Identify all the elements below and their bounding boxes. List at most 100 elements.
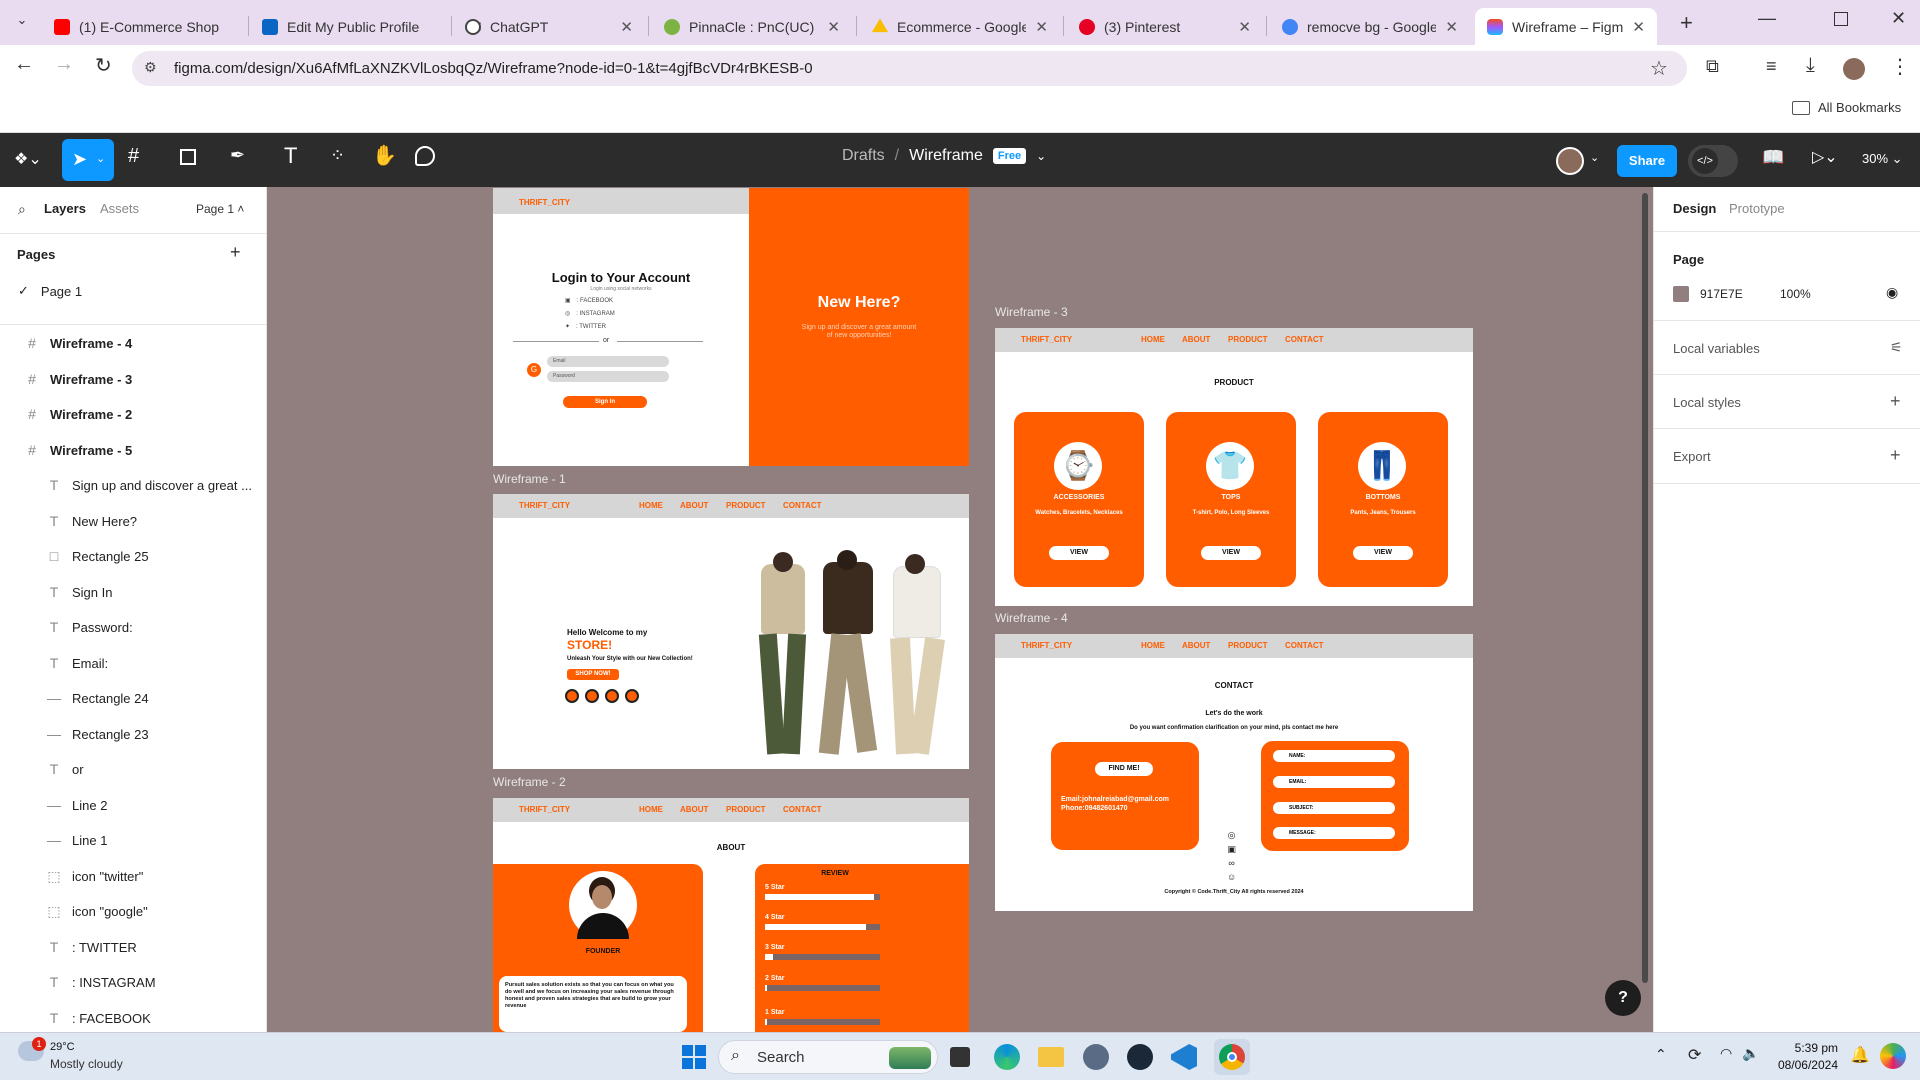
tab-design[interactable]: Design	[1673, 201, 1716, 216]
page-color-swatch[interactable]	[1673, 286, 1689, 302]
browser-tab-chatgpt[interactable]: ChatGPT ✕	[453, 8, 645, 45]
find-me-button[interactable]: FIND ME!	[1095, 762, 1153, 776]
zoom-level[interactable]: 30% ⌄	[1862, 151, 1903, 167]
local-variables[interactable]: Local variables	[1673, 341, 1760, 356]
pen-tool-icon[interactable]: ✒	[230, 145, 245, 166]
site-info-icon[interactable]: ⚙	[144, 59, 157, 76]
page-opacity[interactable]: 100%	[1780, 287, 1811, 301]
product-card-accessories[interactable]: ⌚ ACCESSORIES Watches, Bracelets, Neckla…	[1014, 412, 1144, 587]
browser-tab-pinterest[interactable]: (3) Pinterest ✕	[1067, 8, 1263, 45]
twitter-icon[interactable]: ✦	[565, 323, 570, 330]
search-icon[interactable]: ⌕	[18, 201, 26, 218]
comment-tool-icon[interactable]	[415, 146, 435, 166]
sync-icon[interactable]: ⟳	[1688, 1045, 1701, 1065]
move-tool[interactable]: ➤ ⌄	[62, 139, 114, 181]
product-card-bottoms[interactable]: 👖 BOTTOMS Pants, Jeans, Trousers VIEW	[1318, 412, 1448, 587]
variables-icon[interactable]: ⚟	[1890, 339, 1903, 356]
vscode-icon[interactable]	[1171, 1044, 1197, 1070]
layer-frame-wireframe-5[interactable]: # Wireframe - 5	[0, 432, 266, 468]
tab-prototype[interactable]: Prototype	[1729, 201, 1785, 216]
frame-home[interactable]: THRIFT_CITY HOME ABOUT PRODUCT CONTACT H…	[493, 494, 969, 769]
browser-tab-google-search[interactable]: remocve bg - Google ✕	[1270, 8, 1470, 45]
layer-item[interactable]: — Rectangle 24	[0, 680, 266, 716]
layer-item[interactable]: T Sign In	[0, 574, 266, 610]
browser-tab-google-drive[interactable]: Ecommerce - Google ✕	[860, 8, 1060, 45]
maximize-icon[interactable]	[1834, 12, 1848, 26]
reload-icon[interactable]: ↻	[95, 53, 112, 78]
layer-item[interactable]: ⬚ icon "twitter"	[0, 858, 266, 894]
nav-product[interactable]: PRODUCT	[1228, 641, 1268, 650]
frame-label[interactable]: Wireframe - 3	[995, 305, 1068, 319]
profile-avatar[interactable]	[1843, 58, 1865, 80]
instagram-icon[interactable]	[565, 689, 579, 703]
design-canvas[interactable]: THRIFT_CITY Login to Your Account Login …	[267, 187, 1653, 1032]
close-icon[interactable]: ✕	[1632, 18, 1645, 36]
local-styles[interactable]: Local styles	[1673, 395, 1741, 410]
facebook-icon[interactable]: ▣	[565, 297, 571, 304]
layer-item[interactable]: — Line 1	[0, 822, 266, 858]
view-button[interactable]: VIEW	[1353, 546, 1413, 560]
chevron-up-icon[interactable]: ⌃	[1655, 1046, 1667, 1063]
close-icon[interactable]: ✕	[1445, 18, 1458, 36]
message-field[interactable]: MESSAGE:	[1273, 827, 1395, 839]
frame-login[interactable]: THRIFT_CITY Login to Your Account Login …	[493, 188, 969, 466]
nav-about[interactable]: ABOUT	[680, 501, 708, 510]
clock-time[interactable]: 5:39 pm	[1762, 1041, 1838, 1055]
back-icon[interactable]: ←	[14, 53, 34, 76]
page-item-page-1[interactable]: ✓ Page 1	[18, 283, 82, 299]
frame-tool-icon[interactable]: #	[128, 145, 139, 168]
chrome-taskbar-button[interactable]	[1214, 1039, 1250, 1075]
clock-date[interactable]: 08/06/2024	[1762, 1058, 1838, 1072]
layer-frame-wireframe-3[interactable]: # Wireframe - 3	[0, 361, 266, 397]
layer-item[interactable]: Tor	[0, 751, 266, 787]
discord-icon[interactable]: ☺	[1227, 870, 1236, 884]
edge-icon[interactable]	[994, 1044, 1020, 1070]
user-avatar[interactable]	[1556, 147, 1584, 175]
instagram-icon[interactable]: ◎	[565, 310, 570, 317]
help-icon[interactable]: ?	[1605, 980, 1641, 1016]
view-button[interactable]: VIEW	[1201, 546, 1261, 560]
download-icon[interactable]: ⤓	[1806, 54, 1815, 77]
layer-item[interactable]: T Email:	[0, 645, 266, 681]
file-name[interactable]: Wireframe	[909, 147, 983, 165]
start-button[interactable]	[682, 1045, 706, 1069]
shop-now-button[interactable]: SHOP NOW!	[567, 669, 619, 680]
layer-item[interactable]: T New Here?	[0, 503, 266, 539]
resources-tool-icon[interactable]: ⁘	[330, 145, 345, 166]
breadcrumb-drafts[interactable]: Drafts	[842, 147, 885, 165]
export-section[interactable]: Export	[1673, 449, 1711, 464]
volume-icon[interactable]: 🔈	[1742, 1045, 1759, 1062]
nav-home[interactable]: HOME	[1141, 335, 1165, 344]
frame-label[interactable]: Wireframe - 1	[493, 472, 566, 486]
layer-item[interactable]: — Line 2	[0, 787, 266, 823]
google-icon[interactable]: G	[527, 363, 541, 377]
page-selector[interactable]: Page 1 ˄	[196, 202, 244, 216]
email-field[interactable]: Email	[547, 356, 669, 367]
share-button[interactable]: Share	[1617, 145, 1677, 177]
weather-temp[interactable]: 29°C	[50, 1041, 75, 1053]
chevron-down-icon[interactable]: ⌄	[1036, 149, 1046, 163]
frame-about[interactable]: THRIFT_CITY HOME ABOUT PRODUCT CONTACT A…	[493, 798, 969, 1032]
task-view-icon[interactable]	[950, 1047, 970, 1067]
hand-tool-icon[interactable]: ✋	[372, 143, 397, 168]
canvas-scrollbar[interactable]	[1642, 193, 1648, 983]
nav-contact[interactable]: CONTACT	[1285, 641, 1324, 650]
tab-assets[interactable]: Assets	[100, 201, 139, 216]
layer-frame-wireframe-2[interactable]: # Wireframe - 2	[0, 396, 266, 432]
more-menu-icon[interactable]: ⋮	[1890, 54, 1910, 79]
nav-product[interactable]: PRODUCT	[726, 805, 766, 814]
frame-contact[interactable]: THRIFT_CITY HOME ABOUT PRODUCT CONTACT C…	[995, 634, 1473, 911]
eye-icon[interactable]: ◉	[1886, 284, 1898, 301]
taskbar-search[interactable]: ⌕ Search	[718, 1040, 938, 1074]
media-controls-icon[interactable]: ≡	[1766, 56, 1777, 77]
file-explorer-icon[interactable]	[1038, 1047, 1064, 1067]
browser-tab-figma[interactable]: Wireframe – Figma ✕	[1475, 8, 1657, 45]
extensions-icon[interactable]: ⧉	[1706, 56, 1719, 77]
nav-product[interactable]: PRODUCT	[726, 501, 766, 510]
nav-home[interactable]: HOME	[1141, 641, 1165, 650]
facebook-icon[interactable]	[585, 689, 599, 703]
url-text[interactable]: figma.com/design/Xu6AfMfLaXNZKVlLosbqQz/…	[174, 60, 813, 77]
frame-label[interactable]: Wireframe - 4	[995, 611, 1068, 625]
nav-contact[interactable]: CONTACT	[783, 501, 822, 510]
close-icon[interactable]: ✕	[1035, 18, 1048, 36]
